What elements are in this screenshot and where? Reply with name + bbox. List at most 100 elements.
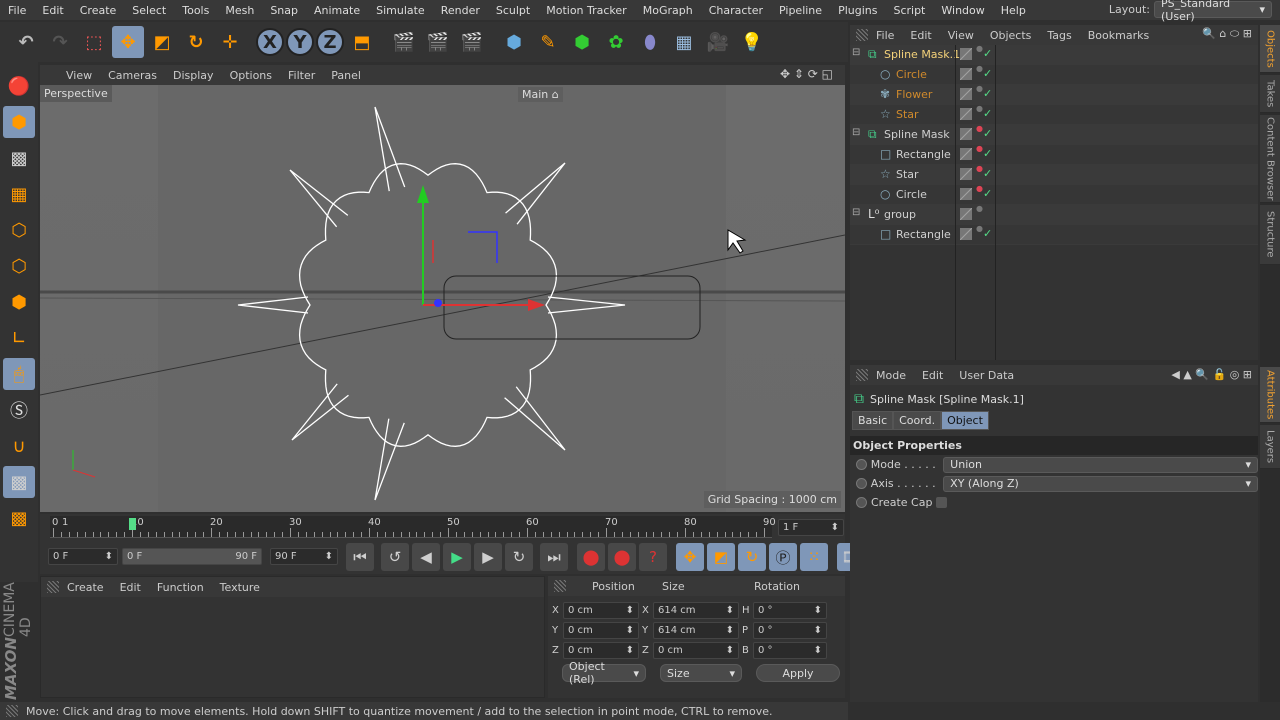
object-name[interactable]: Spline Mask.1: [884, 48, 960, 61]
panel-grip-icon[interactable]: [856, 29, 868, 41]
visibility-dots-icon[interactable]: ●: [976, 105, 983, 113]
viewport-menu-panel[interactable]: Panel: [323, 69, 369, 82]
redo-icon[interactable]: ↷: [44, 26, 76, 58]
attribute-tab-object[interactable]: Object: [941, 411, 989, 430]
attribute-menu-user-data[interactable]: User Data: [951, 369, 1022, 382]
material-menu-edit[interactable]: Edit: [112, 581, 149, 594]
render-settings-icon[interactable]: 🎬: [456, 26, 488, 58]
menu-window[interactable]: Window: [933, 4, 992, 17]
side-tab-layers[interactable]: Layers: [1260, 425, 1280, 469]
previous-key-icon[interactable]: ↺: [381, 543, 409, 571]
visibility-dots-icon[interactable]: ●: [976, 185, 983, 193]
menu-mesh[interactable]: Mesh: [217, 4, 262, 17]
make-editable-icon[interactable]: 🔴: [3, 70, 35, 102]
viewport-menu-view[interactable]: View: [58, 69, 100, 82]
play-icon[interactable]: ▶: [443, 543, 471, 571]
visibility-dots-icon[interactable]: ●: [976, 145, 983, 153]
key-parameter-icon[interactable]: Ⓟ: [769, 543, 797, 571]
enabled-check-icon[interactable]: ✓: [983, 147, 992, 160]
light-icon[interactable]: 💡: [736, 26, 768, 58]
enabled-check-icon[interactable]: ✓: [983, 167, 992, 180]
layer-tag-icon[interactable]: [960, 188, 972, 200]
timeline-ruler[interactable]: 0 10 20 30 40 50 60 70 80 90 1: [50, 516, 776, 538]
side-tab-structure[interactable]: Structure: [1260, 205, 1280, 265]
object-name[interactable]: Rectangle: [896, 228, 951, 241]
live-selection-icon[interactable]: ⬚: [78, 26, 110, 58]
side-tab-attributes[interactable]: Attributes: [1260, 367, 1280, 423]
key-scale-icon[interactable]: ◩: [707, 543, 735, 571]
visibility-dots-icon[interactable]: ●: [976, 225, 983, 233]
record-keys-icon[interactable]: ⬤: [577, 543, 605, 571]
go-to-end-icon[interactable]: ⏭: [540, 543, 568, 571]
attribute-menu-edit[interactable]: Edit: [914, 369, 951, 382]
cloner-icon[interactable]: ✿: [600, 26, 632, 58]
object-name[interactable]: group: [884, 208, 916, 221]
expand-toggle-icon[interactable]: ⊟: [852, 207, 860, 218]
enabled-check-icon[interactable]: ✓: [983, 107, 992, 120]
go-to-start-icon[interactable]: ⏮: [346, 543, 374, 571]
material-menu-function[interactable]: Function: [149, 581, 212, 594]
menu-character[interactable]: Character: [701, 4, 771, 17]
object-row[interactable]: ○ Circle ● ✓: [850, 65, 1258, 85]
camera-icon[interactable]: 🎥: [702, 26, 734, 58]
menu-create[interactable]: Create: [72, 4, 125, 17]
object-row[interactable]: ⊟ ⧉ Spline Mask ● ✓: [850, 125, 1258, 145]
object-name[interactable]: Circle: [896, 188, 927, 201]
coordinate-mode-dropdown[interactable]: Object (Rel) ▾: [562, 660, 646, 686]
autokey-icon[interactable]: ⬤: [608, 543, 636, 571]
attribute-tab-basic[interactable]: Basic: [852, 411, 894, 430]
animate-radio[interactable]: [856, 497, 867, 508]
apply-button[interactable]: Apply: [756, 664, 840, 682]
object-menu-bookmarks[interactable]: Bookmarks: [1080, 29, 1157, 42]
object-name[interactable]: Spline Mask: [884, 128, 950, 141]
undo-icon[interactable]: ↶: [10, 26, 42, 58]
scale-tool-icon[interactable]: ◩: [146, 26, 178, 58]
polygons-mode-icon[interactable]: ⬢: [3, 286, 35, 318]
next-frame-icon[interactable]: ▶: [474, 543, 502, 571]
next-key-icon[interactable]: ↻: [505, 543, 533, 571]
object-menu-view[interactable]: View: [940, 29, 982, 42]
menu-simulate[interactable]: Simulate: [368, 4, 433, 17]
recent-tool-icon[interactable]: ✛: [214, 26, 246, 58]
layer-tag-icon[interactable]: [960, 128, 972, 140]
cube-icon[interactable]: ⬢: [498, 26, 530, 58]
attribute-menu-mode[interactable]: Mode: [868, 369, 914, 382]
menu-select[interactable]: Select: [124, 4, 174, 17]
lock-workplane-icon[interactable]: ▩: [3, 466, 35, 498]
object-row[interactable]: ☆ Star ● ✓: [850, 165, 1258, 185]
playhead[interactable]: [129, 518, 137, 530]
object-menu-file[interactable]: File: [868, 29, 902, 42]
key-rotation-icon[interactable]: ↻: [738, 543, 766, 571]
viewport[interactable]: Perspective Main ⌂ Grid Spacing : 1000 c…: [40, 85, 845, 512]
menu-tools[interactable]: Tools: [174, 4, 217, 17]
move-tool-icon[interactable]: ✥: [112, 26, 144, 58]
menu-render[interactable]: Render: [433, 4, 488, 17]
enabled-check-icon[interactable]: ✓: [983, 87, 992, 100]
attribute-nav-icons[interactable]: ◀ ▲ 🔍 🔓 ◎ ⊞: [1171, 368, 1252, 381]
menu-mograph[interactable]: MoGraph: [635, 4, 701, 17]
object-row[interactable]: ✾ Flower ● ✓: [850, 85, 1258, 105]
visibility-dots-icon[interactable]: ●: [976, 45, 983, 53]
position-field[interactable]: 0 cm ⬍: [563, 641, 639, 659]
object-row[interactable]: ☆ Star ● ✓: [850, 105, 1258, 125]
edges-mode-icon[interactable]: ⬡: [3, 250, 35, 282]
menu-pipeline[interactable]: Pipeline: [771, 4, 830, 17]
visibility-dots-icon[interactable]: ●: [976, 85, 983, 93]
rotation-field[interactable]: 0 ° ⬍: [753, 621, 827, 639]
object-name[interactable]: Star: [896, 168, 919, 181]
side-tab-takes[interactable]: Takes: [1260, 75, 1280, 113]
end-frame-field[interactable]: 90 F ⬍: [270, 548, 338, 565]
viewport-menu-cameras[interactable]: Cameras: [100, 69, 165, 82]
render-view-icon[interactable]: 🎬: [388, 26, 420, 58]
object-menu-tags[interactable]: Tags: [1039, 29, 1079, 42]
object-name[interactable]: Star: [896, 108, 919, 121]
pen-spline-icon[interactable]: ✎: [532, 26, 564, 58]
rotation-field[interactable]: 0 ° ⬍: [753, 601, 827, 619]
z-axis-handle[interactable]: [434, 299, 442, 307]
render-picture-viewer-icon[interactable]: 🎬: [422, 26, 454, 58]
visibility-dots-icon[interactable]: ●: [976, 65, 983, 73]
object-name[interactable]: Circle: [896, 68, 927, 81]
layer-tag-icon[interactable]: [960, 168, 972, 180]
deformer-icon[interactable]: ⬮: [634, 26, 666, 58]
object-name[interactable]: Flower: [896, 88, 932, 101]
